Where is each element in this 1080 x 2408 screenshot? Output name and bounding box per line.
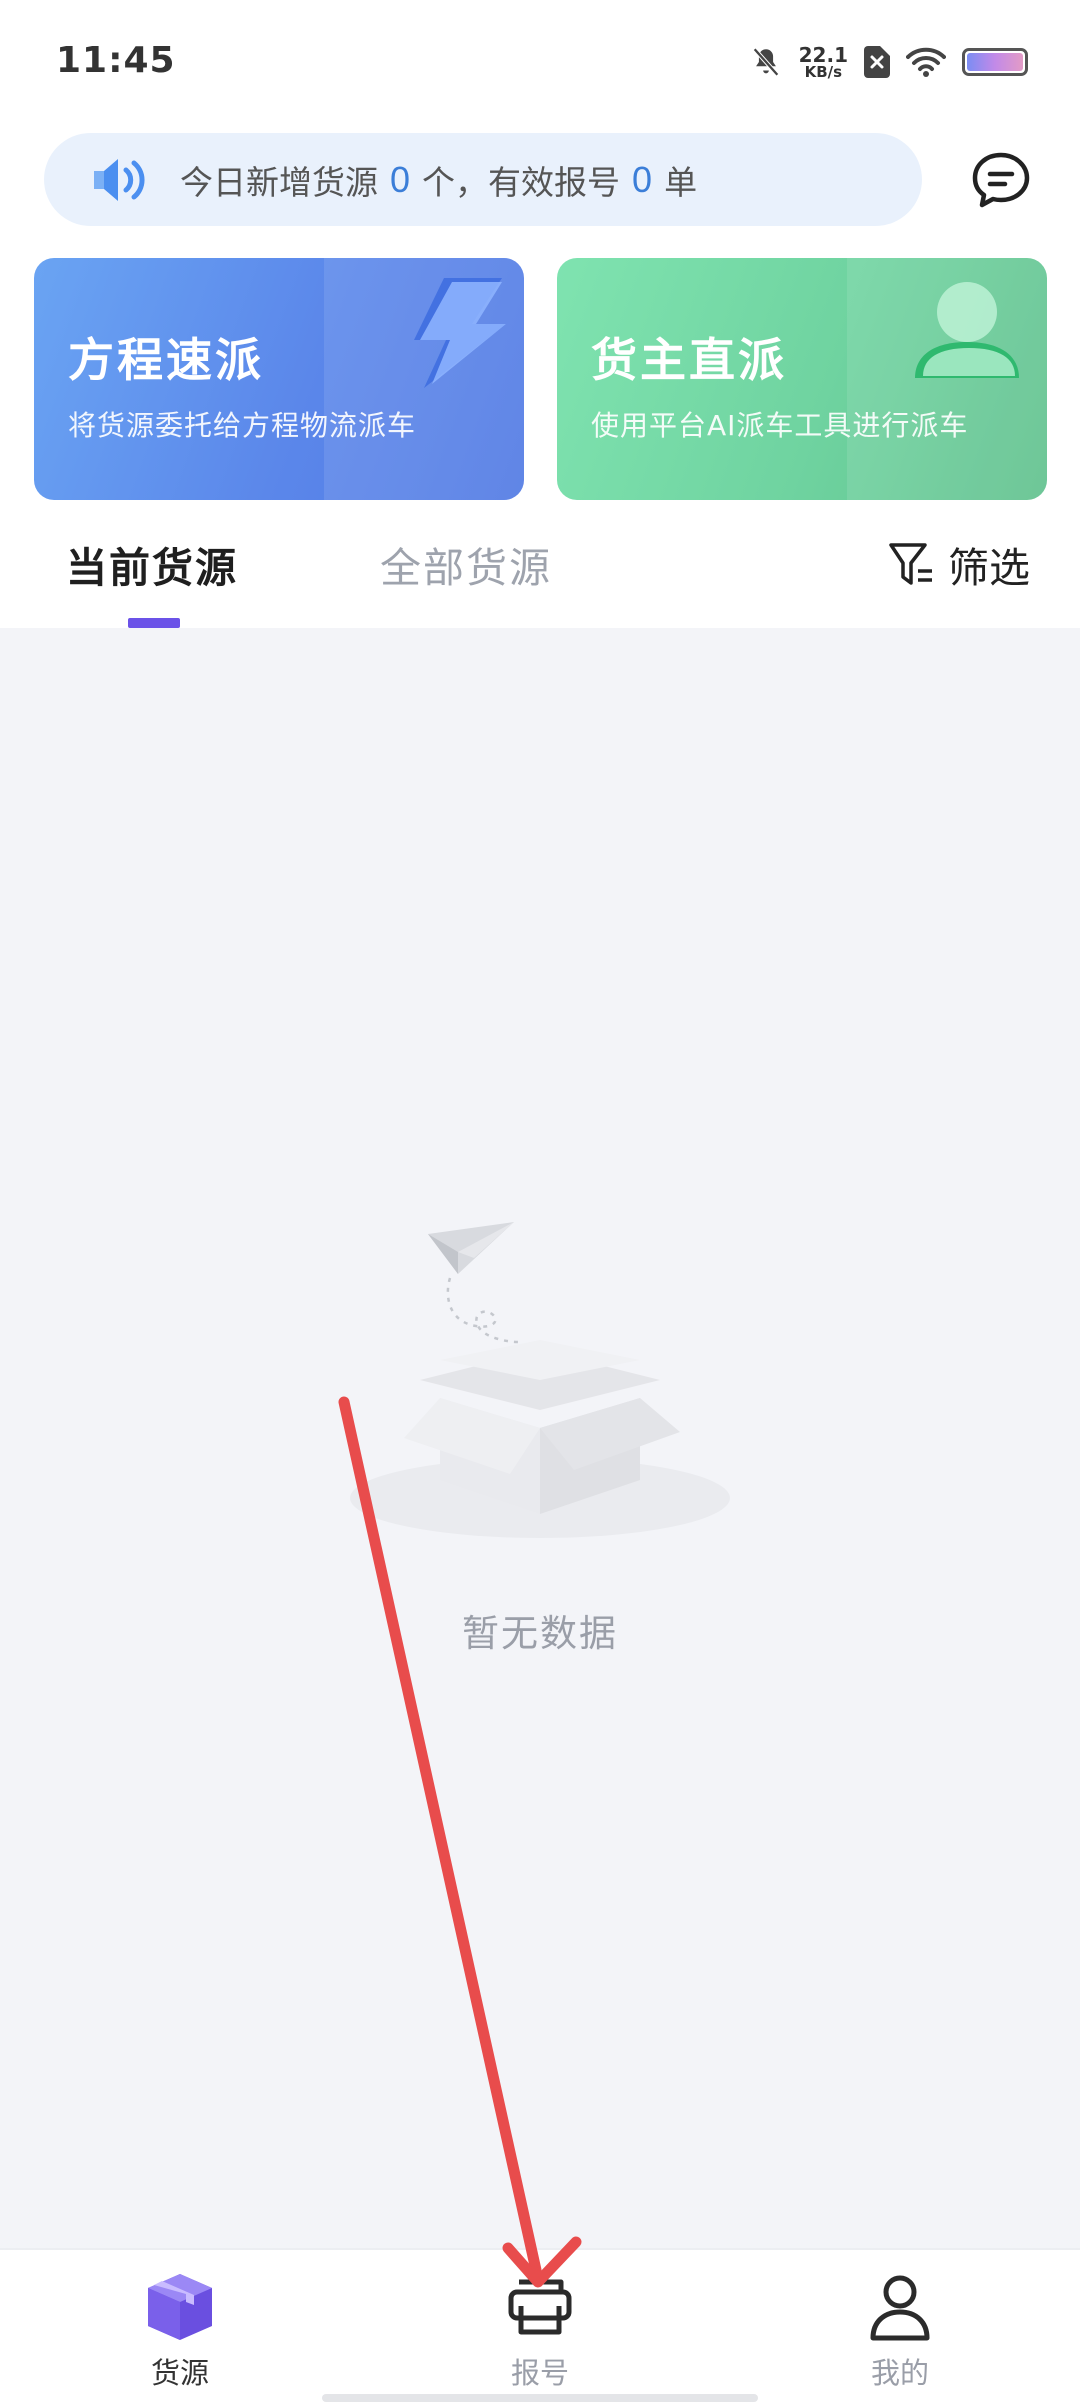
status-time: 11:45 — [56, 40, 176, 81]
sim-off-icon — [864, 46, 890, 78]
card-title: 货主直派 — [591, 333, 787, 387]
battery-icon — [962, 48, 1028, 76]
nav-bid[interactable]: 报号 — [450, 2272, 630, 2392]
empty-box-icon — [350, 1222, 730, 1538]
card-title: 方程速派 — [68, 333, 264, 387]
box-icon — [148, 2274, 212, 2340]
tab-all-supply[interactable]: 全部货源 — [380, 534, 552, 594]
home-indicator — [322, 2394, 758, 2402]
card-subtitle: 将货源委托给方程物流派车 — [68, 409, 417, 442]
nav-supply[interactable]: 货源 — [90, 2272, 270, 2392]
new-supply-count: 0 — [390, 158, 411, 200]
bottom-nav: 货源 报号 我的 — [0, 2248, 1080, 2408]
valid-bid-count: 0 — [632, 158, 653, 200]
shipper-dispatch-card[interactable]: 货主直派 使用平台AI派车工具进行派车 — [557, 258, 1047, 500]
filter-label: 筛选 — [948, 544, 1030, 592]
card-subtitle: 使用平台AI派车工具进行派车 — [591, 409, 969, 442]
person-icon — [915, 282, 1019, 378]
user-icon — [870, 2275, 930, 2341]
announcement-part1: 今日新增货源 — [180, 162, 378, 202]
message-icon[interactable] — [970, 150, 1032, 212]
net-speed-value: 22.1 — [798, 42, 848, 67]
filter-button[interactable]: 筛选 — [888, 536, 1030, 592]
nav-label: 我的 — [870, 2356, 929, 2390]
nav-label: 报号 — [510, 2356, 569, 2390]
tab-current-supply[interactable]: 当前货源 — [66, 534, 238, 594]
fangcheng-dispatch-card[interactable]: 方程速派 将货源委托给方程物流派车 — [34, 258, 524, 500]
announcement-part2: 个，有效报号 — [422, 162, 621, 202]
status-icons: 22.1 KB/s — [749, 40, 1028, 84]
printer-icon — [508, 2279, 572, 2335]
empty-state-text: 暂无数据 — [462, 1612, 618, 1655]
speaker-icon — [94, 159, 145, 201]
wifi-icon — [906, 47, 946, 77]
net-speed: 22.1 KB/s — [799, 45, 848, 80]
supply-list: 暂无数据 — [0, 628, 1080, 2248]
status-bar: 11:45 22.1 KB/s — [0, 0, 1080, 120]
lightning-icon — [414, 278, 506, 388]
supply-tabs: 当前货源 全部货源 筛选 — [0, 520, 1080, 628]
tab-indicator — [128, 618, 180, 628]
announcement-part3: 单 — [664, 162, 698, 202]
nav-mine[interactable]: 我的 — [810, 2272, 990, 2392]
net-speed-unit: KB/s — [804, 62, 843, 81]
announcement-text: 今日新增货源 0 个，有效报号 0 单 — [180, 133, 697, 226]
filter-icon — [889, 543, 932, 585]
announcement-bar[interactable]: 今日新增货源 0 个，有效报号 0 单 — [44, 133, 922, 226]
mute-bell-icon — [752, 47, 779, 77]
nav-label: 货源 — [150, 2356, 209, 2390]
